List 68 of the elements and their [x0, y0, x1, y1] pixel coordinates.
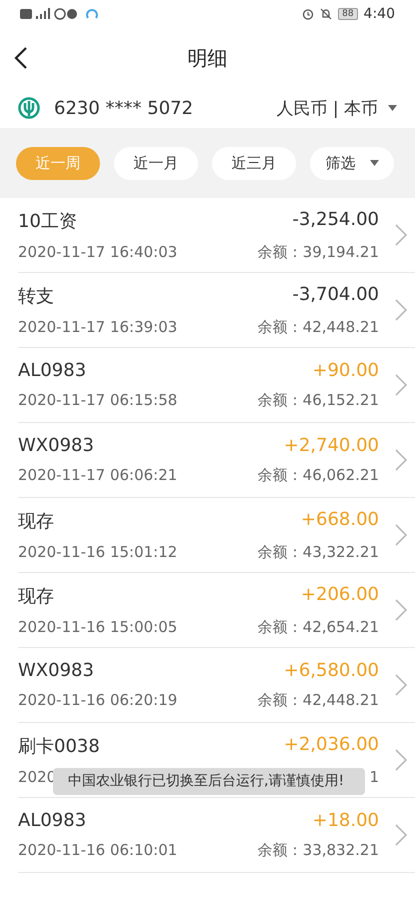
transaction-row[interactable]: WX0983 +2,740.00 2020-11-17 06:06:21 余额：46,062.21 — [18, 423, 415, 498]
transaction-date: 2020-11-16 15:01:12 — [18, 542, 178, 562]
transaction-date: 2020-11-16 06:20:19 — [18, 691, 178, 710]
balance-text: 余额：42,448.21 — [258, 691, 379, 710]
mute-icon — [320, 8, 332, 20]
battery-level: 88 — [338, 8, 358, 20]
loading-icon — [86, 8, 98, 20]
chevron-right-icon — [395, 599, 407, 621]
transaction-date: 2020-11-16 06:10:01 — [18, 841, 178, 860]
period-tab[interactable]: 近三月 — [212, 146, 296, 180]
period-tab[interactable]: 近一月 — [114, 146, 198, 180]
transaction-title: AL0983 — [18, 360, 86, 381]
transaction-amount: +206.00 — [300, 584, 379, 606]
transaction-date: 2020-11-17 16:39:03 — [18, 318, 178, 336]
transaction-date: 2020-11-17 06:15:58 — [18, 391, 178, 410]
transaction-title: 10工资 — [18, 210, 77, 232]
page-title: 明细 — [188, 44, 228, 72]
chevron-right-icon — [395, 824, 407, 846]
transaction-amount: +2,740.00 — [284, 435, 379, 456]
clock-time: 4:40 — [364, 6, 395, 22]
transaction-row[interactable]: 10工资 -3,254.00 2020-11-17 16:40:03 余额：39,194.21 — [18, 198, 415, 273]
caret-down-icon — [370, 160, 378, 166]
chevron-right-icon — [395, 449, 407, 471]
alarm-icon — [302, 8, 314, 20]
transaction-row[interactable]: 现存 +668.00 2020-11-16 15:01:12 余额：43,322.21 — [18, 498, 415, 573]
transaction-title: 刷卡0038 — [18, 735, 100, 758]
balance-text: 余额：46,062.21 — [258, 466, 379, 485]
status-toast: 中国农业银行已切换至后台运行,请谨慎使用! — [53, 768, 365, 795]
balance-text: 1 — [369, 768, 379, 786]
transaction-date: 2020-11-17 16:40:03 — [18, 242, 178, 262]
caret-down-icon — [388, 105, 397, 111]
transaction-amount: +90.00 — [312, 360, 379, 381]
transaction-row[interactable]: AL0983 +18.00 2020-11-16 06:10:01 余额：33,832.21 — [18, 798, 415, 873]
transaction-row[interactable]: 现存 +206.00 2020-11-16 15:00:05 余额：42,654.21 — [18, 573, 415, 648]
transaction-amount: +668.00 — [300, 508, 379, 532]
transaction-title: 转支 — [18, 284, 54, 308]
filter-dropdown[interactable]: 筛选 — [310, 146, 394, 180]
chevron-right-icon — [395, 224, 407, 246]
transaction-amount: +18.00 — [312, 810, 379, 831]
balance-text: 余额：42,654.21 — [258, 618, 379, 636]
transaction-title: AL0983 — [18, 810, 86, 831]
chevron-right-icon — [395, 749, 407, 771]
signal-icon — [20, 8, 80, 20]
chevron-right-icon — [395, 299, 407, 321]
transaction-row[interactable]: WX0983 +6,580.00 2020-11-16 06:20:19 余额：42,448.21 — [18, 648, 415, 723]
transaction-row[interactable]: 转支 -3,704.00 2020-11-17 16:39:03 余额：42,448.21 — [18, 273, 415, 348]
transaction-amount: +2,036.00 — [284, 734, 379, 757]
chevron-right-icon — [395, 374, 407, 396]
transaction-title: 现存 — [18, 584, 54, 608]
transaction-title: WX0983 — [18, 660, 94, 681]
account-number: 6230 **** 5072 — [54, 98, 194, 118]
balance-text: 余额：43,322.21 — [258, 542, 379, 562]
transaction-title: 现存 — [18, 510, 54, 532]
transaction-date: 2020-11-17 06:06:21 — [18, 466, 178, 485]
chevron-right-icon — [395, 524, 407, 546]
chevron-right-icon — [395, 674, 407, 696]
transaction-date: 2020-11-16 15:00:05 — [18, 618, 178, 636]
transaction-title: WX0983 — [18, 435, 94, 456]
transaction-amount: +6,580.00 — [284, 660, 379, 681]
currency-selector[interactable]: 人民币 | 本币 — [276, 96, 397, 120]
balance-text: 余额：46,152.21 — [258, 391, 379, 410]
balance-text: 余额：33,832.21 — [258, 841, 379, 860]
balance-text: 余额：39,194.21 — [258, 242, 379, 262]
transaction-amount: -3,704.00 — [292, 284, 379, 306]
balance-text: 余额：42,448.21 — [258, 318, 379, 336]
bank-logo-icon — [18, 97, 40, 119]
transaction-amount: -3,254.00 — [292, 208, 379, 232]
transaction-row[interactable]: AL0983 +90.00 2020-11-17 06:15:58 余额：46,152.21 — [18, 348, 415, 423]
